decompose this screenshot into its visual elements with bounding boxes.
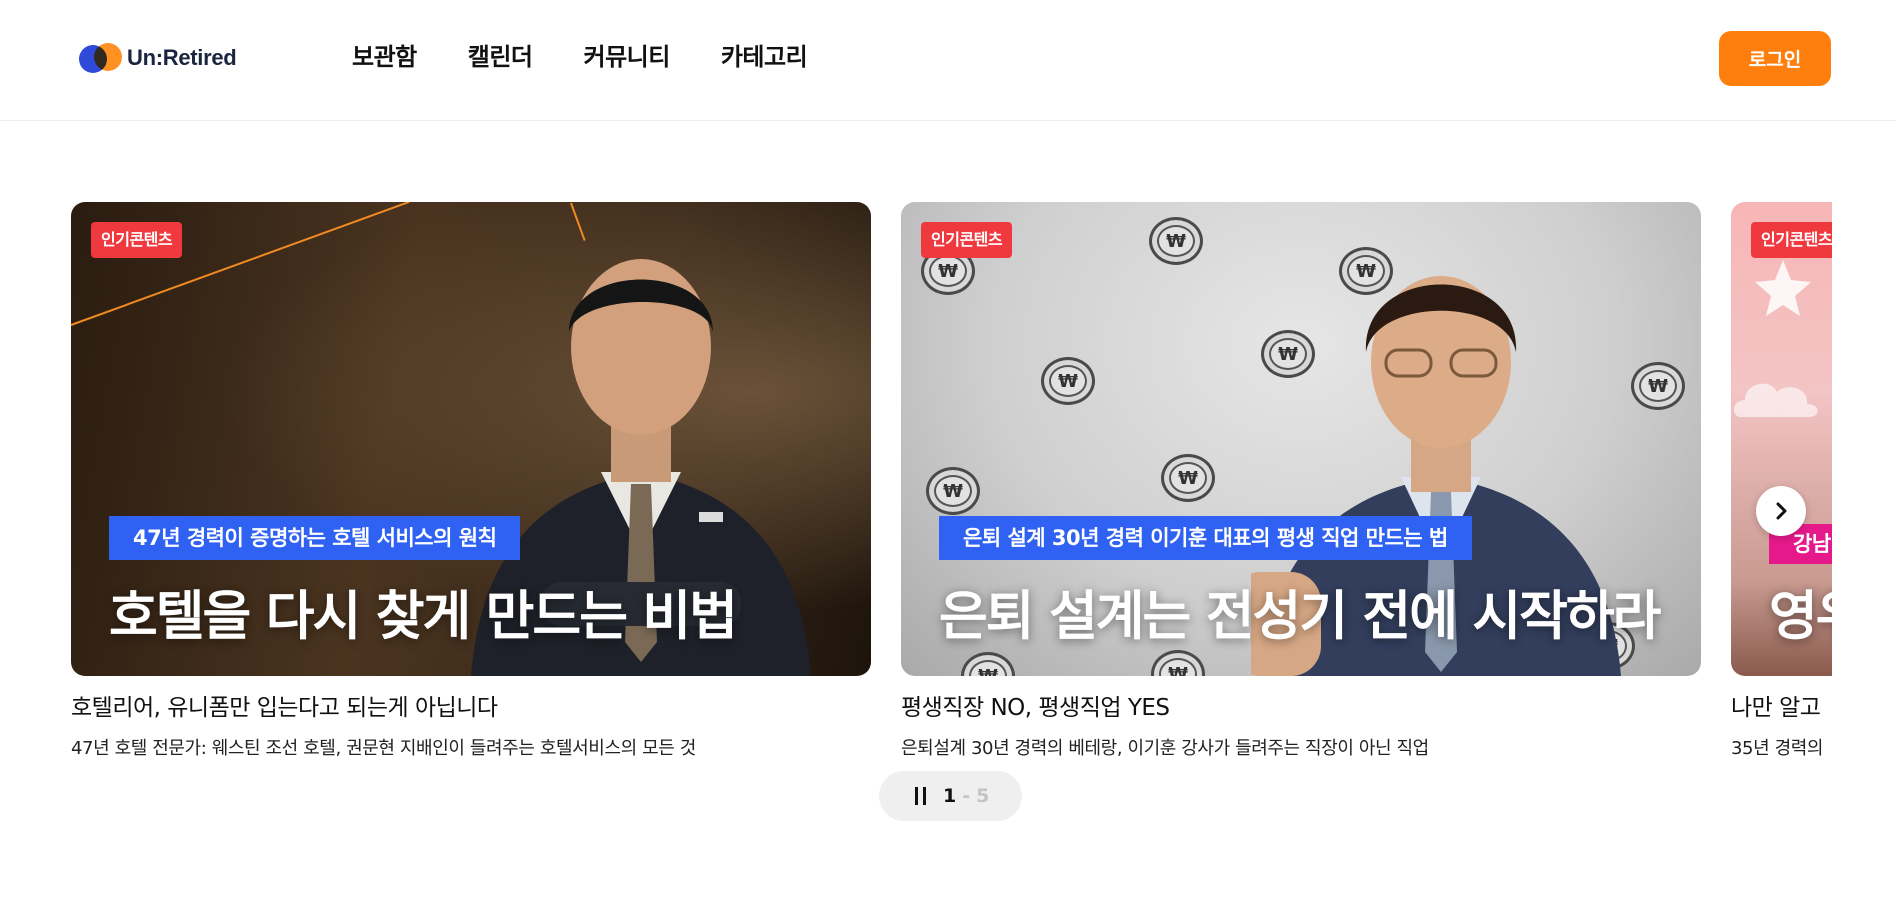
carousel-card[interactable]: ₩ ₩ ₩ ₩ ₩ ₩ ₩ ₩ ₩ ₩ ₩ ₩ [901, 202, 1701, 760]
card-description: 47년 호텔 전문가: 웨스틴 조선 호텔, 권문현 지배인이 들려주는 호텔서… [71, 738, 696, 759]
site-header: Un:Retired 보관함 캘린더 커뮤니티 카테고리 로그인 [0, 0, 1896, 121]
carousel-viewport: 인기콘텐츠 47년 경력이 증명하는 호텔 서비스의 원칙 호텔을 다시 찾게 … [71, 200, 1832, 760]
page-current: 1 [943, 785, 957, 807]
card-thumbnail[interactable]: ₩ ₩ ₩ ₩ ₩ ₩ ₩ ₩ ₩ ₩ ₩ ₩ [901, 202, 1701, 676]
badge-popular: 인기콘텐츠 [1751, 222, 1832, 258]
card-title[interactable]: 평생직장 NO, 평생직업 YES [901, 688, 1701, 722]
nav-item-community[interactable]: 커뮤니티 [584, 42, 671, 72]
card-subtitle: 47년 경력이 증명하는 호텔 서비스의 원칙 [109, 516, 521, 560]
coin-icon: ₩ [1631, 362, 1685, 410]
logo-text: Un:Retired [127, 45, 237, 70]
decorative-line [71, 202, 410, 326]
nav-item-archive[interactable]: 보관함 [352, 42, 417, 72]
login-button[interactable]: 로그인 [1719, 31, 1831, 86]
coin-icon: ₩ [961, 652, 1015, 676]
coin-icon: ₩ [926, 467, 980, 515]
page-separator: - [962, 785, 971, 807]
card-subtitle: 은퇴 설계 30년 경력 이기훈 대표의 평생 직업 만드는 법 [939, 516, 1472, 560]
card-description: 35년 경력의 [1731, 738, 1824, 759]
nav-item-calendar[interactable]: 캘린더 [468, 42, 533, 72]
logo[interactable]: Un:Retired [79, 43, 237, 73]
badge-popular: 인기콘텐츠 [91, 222, 183, 258]
cloud-icon [1733, 383, 1818, 417]
carousel-next-button[interactable] [1756, 486, 1806, 536]
badge-popular: 인기콘텐츠 [921, 222, 1013, 258]
card-title[interactable]: 호텔리어, 유니폼만 입는다고 되는게 아닙니다 [71, 688, 871, 722]
card-headline: 영우 [1769, 586, 1832, 647]
card-headline: 은퇴 설계는 전성기 전에 시작하라 [939, 586, 1661, 647]
coin-icon: ₩ [1151, 650, 1205, 676]
logo-mark-icon [79, 43, 123, 73]
card-headline: 호텔을 다시 찾게 만드는 비법 [109, 586, 738, 647]
card-title[interactable]: 나만 알고 [1731, 688, 1832, 722]
card-thumbnail[interactable]: 인기콘텐츠 강남 영우 [1731, 202, 1832, 676]
card-description: 은퇴설계 30년 경력의 베테랑, 이기훈 강사가 들려주는 직장이 아닌 직업 [901, 738, 1429, 759]
nav-item-category[interactable]: 카테고리 [721, 42, 808, 72]
coin-icon: ₩ [1161, 454, 1215, 502]
carousel-pager: 1 - 5 [879, 771, 1022, 821]
page-total: 5 [976, 785, 990, 807]
coin-icon: ₩ [1041, 357, 1095, 405]
star-icon [1755, 260, 1811, 316]
chevron-right-icon [1776, 502, 1787, 520]
pause-icon[interactable] [913, 787, 929, 805]
carousel-card[interactable]: 인기콘텐츠 47년 경력이 증명하는 호텔 서비스의 원칙 호텔을 다시 찾게 … [71, 202, 871, 760]
carousel-card[interactable]: 인기콘텐츠 강남 영우 나만 알고 35년 경력의 [1731, 202, 1832, 760]
main-nav: 보관함 캘린더 커뮤니티 카테고리 [352, 42, 858, 72]
featured-carousel: 인기콘텐츠 47년 경력이 증명하는 호텔 서비스의 원칙 호텔을 다시 찾게 … [0, 200, 1896, 760]
coin-icon: ₩ [1149, 217, 1203, 265]
card-thumbnail[interactable]: 인기콘텐츠 47년 경력이 증명하는 호텔 서비스의 원칙 호텔을 다시 찾게 … [71, 202, 871, 676]
